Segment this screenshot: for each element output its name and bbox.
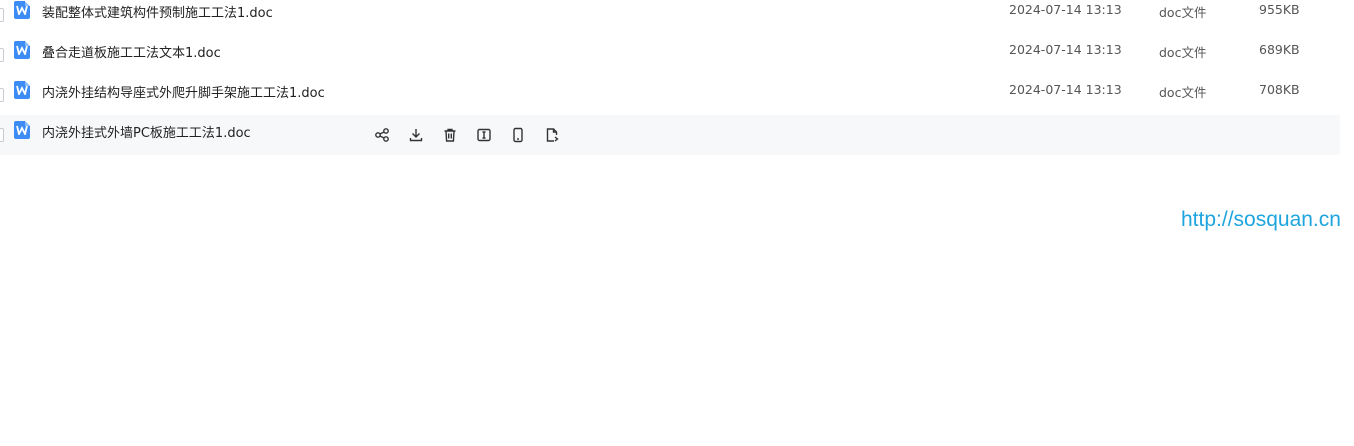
delete-icon[interactable]	[441, 126, 459, 144]
row-checkbox[interactable]	[0, 88, 4, 102]
word-doc-icon	[14, 41, 30, 59]
row-checkbox[interactable]	[0, 48, 4, 62]
mobile-icon[interactable]	[509, 126, 527, 144]
word-doc-icon	[14, 1, 30, 19]
file-size: 689KB	[1259, 42, 1300, 57]
file-row[interactable]: 装配整体式建筑构件预制施工工法1.doc 2024-07-14 13:13 do…	[0, 0, 1340, 35]
file-size: 955KB	[1259, 2, 1300, 17]
file-row[interactable]: 叠合走道板施工工法文本1.doc 2024-07-14 13:13 doc文件 …	[0, 35, 1340, 75]
share-icon[interactable]	[373, 126, 391, 144]
file-name[interactable]: 叠合走道板施工工法文本1.doc	[42, 42, 221, 61]
file-size: 708KB	[1259, 82, 1300, 97]
file-name[interactable]: 装配整体式建筑构件预制施工工法1.doc	[42, 2, 273, 21]
row-checkbox[interactable]	[0, 8, 4, 22]
file-date: 2024-07-14 13:13	[1009, 2, 1122, 17]
file-row[interactable]: 内浇外挂式外墙PC板施工工法1.doc	[0, 115, 1340, 155]
file-type: doc文件	[1159, 85, 1207, 100]
word-doc-icon	[14, 81, 30, 99]
word-doc-icon	[14, 121, 30, 139]
file-type: doc文件	[1159, 45, 1207, 60]
watermark-url: http://sosquan.cn	[1181, 208, 1341, 231]
rename-icon[interactable]	[475, 126, 493, 144]
download-icon[interactable]	[407, 126, 425, 144]
file-date: 2024-07-14 13:13	[1009, 42, 1122, 57]
file-row[interactable]: 内浇外挂结构导座式外爬升脚手架施工工法1.doc 2024-07-14 13:1…	[0, 75, 1340, 115]
file-name[interactable]: 内浇外挂结构导座式外爬升脚手架施工工法1.doc	[42, 82, 325, 101]
file-type: doc文件	[1159, 5, 1207, 20]
row-checkbox[interactable]	[0, 128, 4, 142]
file-name[interactable]: 内浇外挂式外墙PC板施工工法1.doc	[42, 122, 251, 141]
file-date: 2024-07-14 13:13	[1009, 82, 1122, 97]
copy-file-icon[interactable]	[543, 126, 561, 144]
file-list: 装配整体式建筑构件预制施工工法1.doc 2024-07-14 13:13 do…	[0, 0, 1340, 160]
